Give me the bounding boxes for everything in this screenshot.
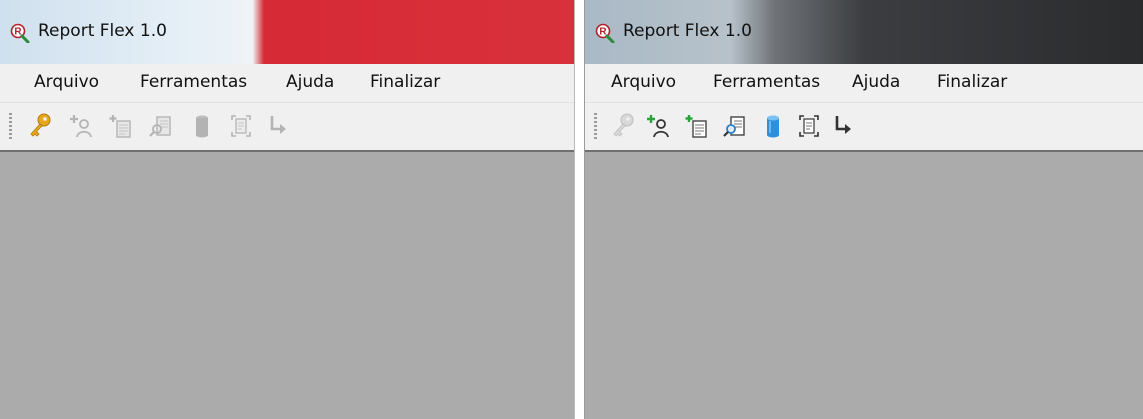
document-frame-button[interactable] [228,112,254,140]
title-bar[interactable]: R Report Flex 1.0 [585,0,1143,64]
key-icon [613,113,634,137]
toolbar-grip[interactable] [9,113,12,139]
menu-finalizar[interactable]: Finalizar [937,72,1007,92]
menu-arquivo[interactable]: Arquivo [34,72,99,92]
search-document-button[interactable] [722,112,748,140]
new-document-button[interactable] [108,112,134,140]
toolbar-grip[interactable] [594,113,597,139]
key-button[interactable] [610,112,636,140]
title-bar[interactable]: R Report Flex 1.0 [0,0,574,64]
workspace-area [0,152,574,419]
new-document-icon [109,115,131,138]
menu-arquivo[interactable]: Arquivo [611,72,676,92]
search-document-icon [149,116,171,137]
document-frame-button[interactable] [796,112,822,140]
database-icon [767,115,779,138]
window-title: Report Flex 1.0 [623,21,752,41]
add-user-icon [70,115,92,138]
toolbar [585,103,1143,152]
document-frame-icon [231,115,251,137]
document-frame-icon [799,115,819,137]
exit-arrow-icon [835,116,851,134]
exit-arrow-icon [270,116,286,134]
menu-bar: Arquivo Ferramentas Ajuda Finalizar [585,64,1143,103]
search-document-button[interactable] [148,112,174,140]
add-user-icon [647,115,669,138]
report-flex-logo-icon: R [10,23,30,44]
key-icon [30,113,51,137]
add-user-button[interactable] [645,112,671,140]
window-title: Report Flex 1.0 [38,21,167,41]
database-icon [196,115,208,138]
report-flex-window-left: R Report Flex 1.0 Arquivo Ferramentas Aj… [0,0,575,419]
menu-bar: Arquivo Ferramentas Ajuda Finalizar [0,64,574,103]
menu-ajuda[interactable]: Ajuda [286,72,334,92]
database-button[interactable] [189,112,215,140]
menu-finalizar[interactable]: Finalizar [370,72,440,92]
report-flex-window-right: R Report Flex 1.0 Arquivo Ferramentas Aj… [584,0,1143,419]
workspace-area [585,152,1143,419]
menu-ajuda[interactable]: Ajuda [852,72,900,92]
new-document-button[interactable] [684,112,710,140]
add-user-button[interactable] [68,112,94,140]
report-flex-logo-icon: R [595,23,615,44]
exit-arrow-button[interactable] [266,112,292,140]
menu-ferramentas[interactable]: Ferramentas [713,72,820,92]
toolbar [0,103,574,152]
search-document-icon [723,116,745,137]
new-document-icon [685,115,707,138]
database-button[interactable] [760,112,786,140]
exit-arrow-button[interactable] [831,112,857,140]
menu-ferramentas[interactable]: Ferramentas [140,72,247,92]
key-button[interactable] [27,112,53,140]
